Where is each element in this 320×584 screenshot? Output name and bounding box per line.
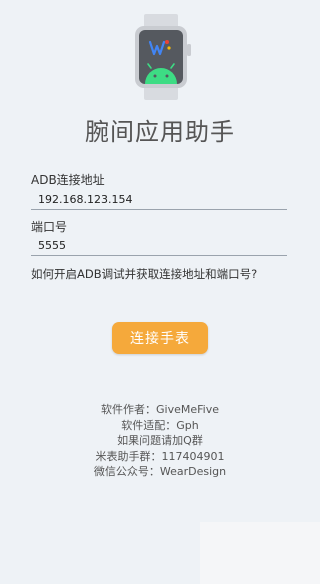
page-title: 腕间应用助手 (85, 118, 235, 146)
credit-mi-group: 米表助手群：117404901 (95, 449, 225, 463)
watch-strap-bottom (144, 86, 178, 100)
address-label: ADB连接地址 (31, 173, 105, 187)
credit-author: 软件作者：GiveMeFive (101, 403, 219, 416)
credits-block: 软件作者：GiveMeFive 软件适配：Gph 如果问题请加Q群 米表助手群：… (0, 402, 320, 480)
port-label: 端口号 (31, 220, 68, 234)
address-input[interactable]: 192.168.123.154 (38, 193, 132, 206)
credit-wechat: 微信公众号：WearDesign (93, 465, 227, 478)
port-input-underline (31, 255, 287, 256)
watch-strap-top (144, 14, 178, 28)
watch-crown (187, 44, 191, 56)
android-eye-left (153, 74, 157, 78)
red-dot (165, 40, 169, 44)
app-logo-icon (135, 14, 191, 100)
android-eye-right (165, 74, 169, 78)
adb-help-link[interactable]: 如何开启ADB调试并获取连接地址和端口号? (31, 266, 257, 282)
address-input-underline (31, 209, 287, 210)
port-input[interactable]: 5555 (38, 239, 66, 252)
yellow-dot (167, 46, 171, 50)
watermark-overlay (200, 522, 320, 584)
credit-adapter: 软件适配：Gph (121, 418, 199, 432)
connect-watch-button[interactable]: 连接手表 (112, 322, 208, 354)
credit-qq-group-hint: 如果问题请加Q群 (117, 434, 203, 447)
